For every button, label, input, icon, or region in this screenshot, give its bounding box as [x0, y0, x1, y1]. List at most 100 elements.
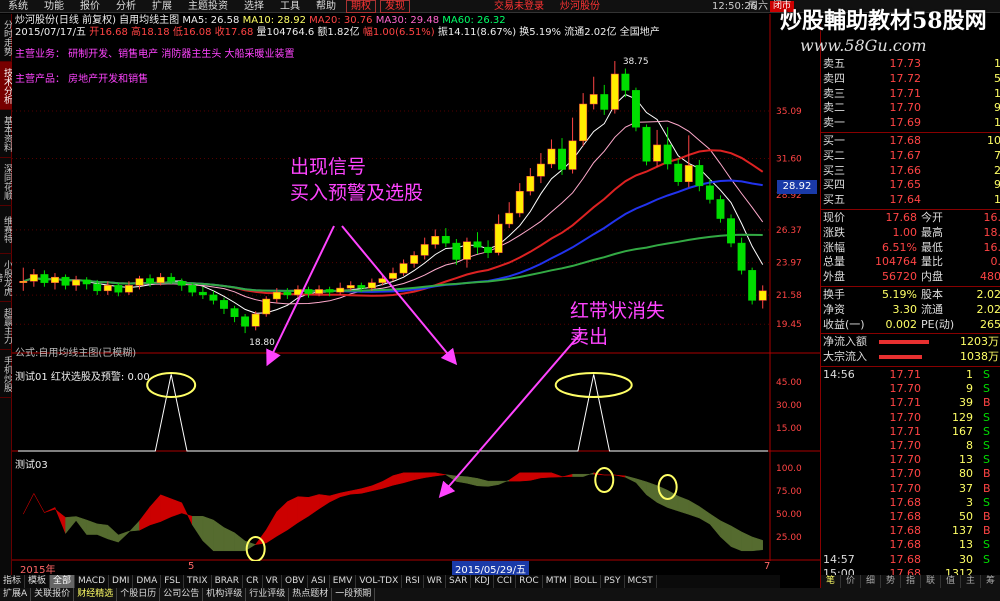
tick-volume: 9 [966, 382, 973, 396]
tick-volume: 80 [959, 467, 973, 481]
ribbon-highlight-circle [245, 536, 266, 561]
order-level-label: 买三 [823, 163, 845, 177]
quote-tab-3[interactable]: 势 [881, 575, 901, 588]
candle-body [336, 287, 345, 293]
quote-tab-7[interactable]: 主 [961, 575, 981, 588]
indicator-tab-指标[interactable]: 指标 [0, 575, 26, 588]
indicator-tab-wr[interactable]: WR [424, 575, 447, 588]
function-tab-0[interactable]: 扩展A [0, 588, 32, 601]
indicator-tab-trix[interactable]: TRIX [184, 575, 212, 588]
indicator2-ribbon-segment [160, 494, 172, 522]
date-bar-selected[interactable]: 2015/05/29/五 [452, 561, 530, 576]
menu-system[interactable]: 系统 [0, 0, 36, 13]
menu-help[interactable]: 帮助 [308, 0, 344, 13]
menu-theme[interactable]: 主题投资 [180, 0, 236, 13]
candle-body [473, 241, 482, 248]
indicator-tab-dmi[interactable]: DMI [109, 575, 134, 588]
candle-body [103, 285, 112, 292]
quote-tab-2[interactable]: 细 [861, 575, 881, 588]
left-tab-technical[interactable]: 技术分析 [0, 62, 12, 110]
tick-row: 14:56 17.71 1 S [821, 368, 1000, 383]
function-tab-3[interactable]: 个股日历 [117, 588, 161, 601]
indicator-tab-emv[interactable]: EMV [330, 575, 357, 588]
indicator-tab-dma[interactable]: DMA [133, 575, 162, 588]
menu-discover[interactable]: 发现 [380, 0, 410, 13]
bar-sector: 全国地产 [619, 27, 660, 38]
function-tab-5[interactable]: 机构评级 [203, 588, 247, 601]
stat-value: 16. [983, 240, 1000, 254]
menu-tools[interactable]: 工具 [272, 0, 308, 13]
left-tab-intraday[interactable]: 分时走势 [0, 14, 12, 62]
left-tab-mobile[interactable]: 手机炒股 [0, 350, 12, 398]
indicator-tab-vr[interactable]: VR [263, 575, 283, 588]
tick-volume: 50 [959, 510, 973, 523]
indicator-tab-brar[interactable]: BRAR [212, 575, 244, 588]
indicator-tab-cci[interactable]: CCI [494, 575, 517, 588]
indicator-tab-psy[interactable]: PSY [601, 575, 625, 588]
menu-quote[interactable]: 报价 [72, 0, 108, 13]
price-axis: 35.0931.6028.9226.3723.9721.5819.4545.00… [776, 107, 802, 543]
candle-body [758, 290, 767, 301]
quote-tab-4[interactable]: 指 [901, 575, 921, 588]
indicator-tab-全部[interactable]: 全部 [50, 575, 76, 588]
menu-options[interactable]: 期权 [346, 0, 376, 13]
chart-canvas[interactable]: 38.75 18.80 35.09 31.60 28.92 26.37 23.97 21.5… [12, 14, 820, 561]
order-level-label: 买五 [823, 193, 845, 207]
indicator-tab-模板[interactable]: 模板 [25, 575, 51, 588]
main-business-text: 主营业务： 研制开发、销售电产 消防器主生头 大船采暖业装置 [15, 49, 295, 60]
quote-tab-6[interactable]: 值 [941, 575, 961, 588]
annotation-signal-subtitle: 买入预警及选股 [290, 182, 424, 204]
candle-body [251, 313, 260, 327]
candle-body [515, 191, 524, 214]
candle-body [357, 285, 366, 289]
menu-analysis[interactable]: 分析 [108, 0, 144, 13]
indicator-tab-sar[interactable]: SAR [446, 575, 472, 588]
candle-body [230, 308, 239, 317]
menu-select[interactable]: 选择 [236, 0, 272, 13]
order-volume: 1 [994, 86, 1000, 100]
candle-body [642, 126, 651, 162]
indicator-tab-fsl[interactable]: FSL [161, 575, 184, 588]
quote-tab-bar: 笔价细势指联值主筹 [821, 575, 1000, 588]
function-tab-2[interactable]: 财经精选 [74, 588, 118, 601]
quote-tab-5[interactable]: 联 [921, 575, 941, 588]
indicator-tab-mtm[interactable]: MTM [543, 575, 571, 588]
indicator-tab-mcst[interactable]: MCST [625, 575, 657, 588]
buy-level-row: 买三 17.66 2 [821, 164, 1000, 179]
stock-name-link[interactable]: 炒河股份 [552, 0, 608, 13]
function-tab-6[interactable]: 行业评级 [246, 588, 290, 601]
quote-tab-0[interactable]: 笔 [821, 575, 841, 588]
indicator-tab-cr[interactable]: CR [243, 575, 263, 588]
function-tab-1[interactable]: 关联报价 [31, 588, 75, 601]
indicator2-ribbon-segment [361, 485, 373, 494]
quote-tab-8[interactable]: 筹 [981, 575, 1000, 588]
indicator-tab-asi[interactable]: ASI [308, 575, 330, 588]
left-tab-dragon-tiger[interactable]: 小股龙虎榜 [0, 254, 12, 302]
left-tab-super-main[interactable]: 超赢主力 [0, 302, 12, 350]
indicator2-ribbon-segment [688, 499, 700, 519]
indicator-tab-rsi[interactable]: RSI [402, 575, 424, 588]
tick-row: 17.70 129 S [821, 411, 1000, 426]
function-tab-4[interactable]: 公司公告 [160, 588, 204, 601]
indicator-tab-macd[interactable]: MACD [75, 575, 110, 588]
indicator-tab-boll[interactable]: BOLL [571, 575, 601, 588]
stat-row: 净资 3.30 流通 2.02 [821, 303, 1000, 318]
left-tab-basic-info[interactable]: 基本资料 [0, 110, 12, 158]
indicator-tab-vol-tdx[interactable]: VOL-TDX [356, 575, 403, 588]
menu-extend[interactable]: 扩展 [144, 0, 180, 13]
panel-divider [821, 132, 1000, 133]
candle-body [304, 289, 313, 294]
indicator-tab-kdj[interactable]: KDJ [471, 575, 494, 588]
left-tab-wst[interactable]: 维赛特 [0, 206, 12, 254]
buy-level-row: 买四 17.65 9 [821, 178, 1000, 193]
function-tab-7[interactable]: 热点题材 [289, 588, 333, 601]
menu-function[interactable]: 功能 [36, 0, 72, 13]
left-tab-ths[interactable]: 深同花顺 [0, 158, 12, 206]
stat-label: 净资 [823, 302, 845, 316]
indicator-tab-roc[interactable]: ROC [516, 575, 543, 588]
indicator-tab-obv[interactable]: OBV [282, 575, 309, 588]
buy-level-row: 买二 17.67 7 [821, 149, 1000, 164]
quote-tab-1[interactable]: 价 [841, 575, 861, 588]
function-tab-8[interactable]: 一段预期 [332, 588, 376, 601]
trade-login-link[interactable]: 交易未登录 [486, 0, 552, 13]
